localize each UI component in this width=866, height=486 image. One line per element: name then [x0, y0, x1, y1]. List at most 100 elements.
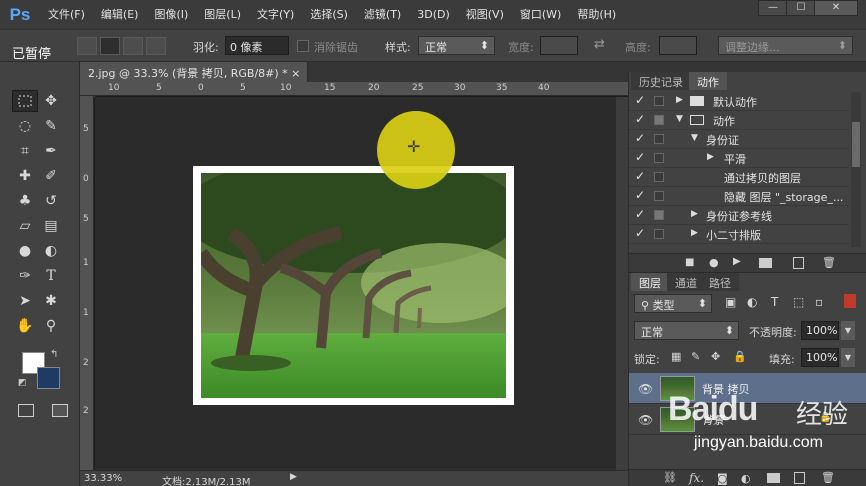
collapse-icon[interactable]: ▼ [691, 133, 698, 143]
expand-icon[interactable]: ▶ [691, 228, 698, 238]
dialog-toggle[interactable] [654, 153, 664, 163]
record-icon[interactable]: ● [709, 256, 719, 269]
close-icon[interactable]: × [291, 67, 300, 80]
background-color-swatch[interactable] [37, 367, 60, 389]
collapse-icon[interactable]: ▼ [676, 114, 683, 124]
antialias-checkbox[interactable] [297, 40, 309, 52]
tab-layers[interactable]: 图层 [631, 273, 669, 291]
scroll-thumb[interactable] [852, 122, 860, 167]
menu-select[interactable]: 选择(S) [302, 0, 356, 29]
brush-icon[interactable]: ✐ [38, 165, 64, 187]
path-select-icon[interactable]: ➤ [12, 290, 38, 312]
check-icon[interactable]: ✓ [635, 93, 645, 107]
check-icon[interactable]: ✓ [635, 226, 645, 240]
swap-colors-icon[interactable]: ↰ [50, 349, 58, 360]
check-icon[interactable]: ✓ [635, 112, 645, 126]
eye-icon[interactable]: 👁 [638, 382, 653, 396]
lock-transparent-icon[interactable]: ▦ [671, 350, 681, 363]
layer-filter-select[interactable]: ⚲ 类型 ⬍ [634, 294, 712, 313]
menu-type[interactable]: 文字(Y) [249, 0, 302, 29]
height-input[interactable] [659, 36, 697, 55]
history-brush-icon[interactable]: ↺ [38, 190, 64, 212]
type-icon[interactable]: T [38, 265, 64, 287]
menu-3d[interactable]: 3D(D) [409, 0, 458, 29]
list-item[interactable]: ✓ ▶ 小二寸排版 [629, 225, 849, 244]
list-item[interactable]: ✓ 通过拷贝的图层 [629, 168, 849, 187]
default-colors-icon[interactable]: ◩ [18, 378, 27, 388]
expand-icon[interactable]: ▶ [691, 209, 698, 219]
new-action-icon[interactable] [793, 257, 804, 269]
lock-paint-icon[interactable]: ✎ [691, 350, 700, 363]
dialog-toggle[interactable] [654, 96, 664, 106]
dialog-toggle[interactable] [654, 229, 664, 239]
lasso-icon[interactable]: ◌ [12, 115, 38, 137]
new-set-icon[interactable] [759, 258, 772, 268]
filter-type-icon[interactable]: T [771, 295, 778, 309]
expand-icon[interactable]: ▶ [707, 152, 714, 162]
dialog-toggle[interactable] [654, 115, 664, 125]
crop-icon[interactable]: ⌗ [12, 140, 38, 162]
tab-actions[interactable]: 动作 [689, 72, 727, 90]
expand-icon[interactable]: ▶ [676, 95, 683, 105]
check-icon[interactable]: ✓ [635, 207, 645, 221]
eraser-icon[interactable]: ▱ [12, 215, 38, 237]
menu-layer[interactable]: 图层(L) [196, 0, 249, 29]
intersect-selection-icon[interactable] [146, 37, 166, 55]
quick-select-icon[interactable]: ✎ [38, 115, 64, 137]
stop-icon[interactable]: ■ [685, 257, 694, 268]
check-icon[interactable]: ✓ [635, 150, 645, 164]
screen-mode-icon[interactable] [52, 404, 68, 417]
hand-icon[interactable]: ✋ [12, 315, 38, 337]
zoom-icon[interactable]: ⚲ [38, 315, 64, 337]
add-selection-icon[interactable] [100, 37, 120, 55]
lock-all-icon[interactable]: 🔒 [733, 350, 747, 363]
filter-smart-icon[interactable]: ▫ [815, 295, 823, 309]
list-item[interactable]: ✓ ▼ 动作 [629, 111, 849, 130]
vertical-scrollbar[interactable] [616, 97, 628, 470]
gradient-icon[interactable]: ▤ [38, 215, 64, 237]
stamp-icon[interactable]: ♣ [12, 190, 38, 212]
list-item[interactable]: ✓ ▼ 身份证 [629, 130, 849, 149]
tab-history[interactable]: 历史记录 [631, 72, 691, 90]
check-icon[interactable]: ✓ [635, 188, 645, 202]
quick-mask-icon[interactable] [18, 404, 34, 417]
menu-help[interactable]: 帮助(H) [569, 0, 624, 29]
new-selection-icon[interactable] [77, 37, 97, 55]
shape-icon[interactable]: ✱ [38, 290, 64, 312]
swap-icon[interactable]: ⇄ [594, 37, 605, 52]
menu-image[interactable]: 图像(I) [146, 0, 196, 29]
refine-edge-button[interactable]: 调整边缘... ⬍ [718, 36, 853, 55]
menu-edit[interactable]: 编辑(E) [93, 0, 147, 29]
menu-filter[interactable]: 滤镜(T) [356, 0, 409, 29]
maximize-button[interactable]: ☐ [786, 0, 816, 16]
actions-scrollbar[interactable] [851, 92, 861, 247]
oak-tree-photo[interactable] [201, 173, 506, 398]
filter-adjust-icon[interactable]: ◐ [747, 295, 757, 309]
eyedropper-icon[interactable]: ✒ [38, 140, 64, 162]
menu-window[interactable]: 窗口(W) [512, 0, 569, 29]
dialog-toggle[interactable] [654, 134, 664, 144]
zoom-level[interactable]: 33.33% [84, 473, 122, 484]
list-item[interactable]: ✓ ▶ 默认动作 [629, 92, 849, 111]
dodge-icon[interactable]: ◐ [38, 240, 64, 262]
eye-icon[interactable]: 👁 [638, 413, 653, 427]
fill-dropdown-icon[interactable]: ▼ [841, 348, 855, 367]
minimize-button[interactable]: — [758, 0, 788, 16]
width-input[interactable] [540, 36, 578, 55]
subtract-selection-icon[interactable] [123, 37, 143, 55]
blur-icon[interactable]: ● [12, 240, 38, 262]
list-item[interactable]: ✓ ▶ 身份证参考线 [629, 206, 849, 225]
menu-file[interactable]: 文件(F) [40, 0, 93, 29]
list-item[interactable]: ✓ ▶ 平滑 [629, 149, 849, 168]
healing-icon[interactable]: ✚ [12, 165, 38, 187]
dialog-toggle[interactable] [654, 172, 664, 182]
check-icon[interactable]: ✓ [635, 169, 645, 183]
status-arrow-icon[interactable]: ▶ [290, 472, 297, 482]
rect-marquee-icon[interactable] [12, 90, 38, 112]
tab-channels[interactable]: 通道 [667, 273, 705, 291]
opacity-input[interactable]: 100% [801, 321, 839, 340]
trash-icon[interactable]: 🗑 [822, 256, 836, 269]
blend-mode-select[interactable]: 正常 ⬍ [634, 321, 739, 340]
lock-move-icon[interactable]: ✥ [711, 350, 720, 363]
opacity-dropdown-icon[interactable]: ▼ [841, 321, 855, 340]
